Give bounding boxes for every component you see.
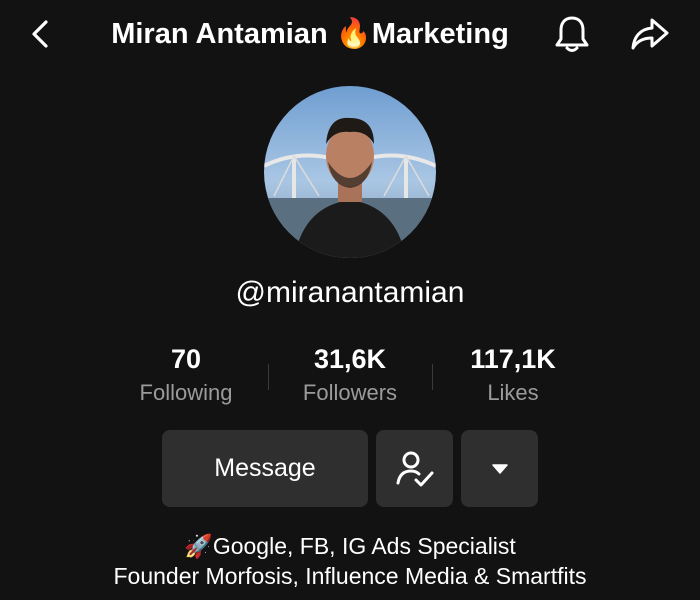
username-handle: @miranantamian	[235, 276, 465, 309]
stats-row: 70 Following 31,6K Followers 117,1K Like…	[0, 342, 700, 412]
user-check-icon	[396, 451, 433, 486]
stat-label: Likes	[487, 380, 539, 405]
stat-followers[interactable]: 31,6K Followers	[275, 342, 425, 410]
message-button[interactable]: Message	[162, 430, 368, 507]
share-button[interactable]	[628, 12, 672, 56]
stat-divider	[268, 364, 269, 390]
top-bar: Miran Antamian 🔥Marketing	[0, 0, 700, 70]
stat-likes[interactable]: 117,1K Likes	[438, 342, 588, 410]
following-status-button[interactable]	[376, 430, 453, 507]
bio-line-2: Founder Morfosis, Influence Media & Smar…	[113, 563, 587, 589]
stat-value: 117,1K	[470, 344, 556, 374]
notification-button[interactable]	[552, 12, 592, 56]
caret-down-icon	[491, 463, 508, 474]
bio-line-1: 🚀Google, FB, IG Ads Specialist	[184, 533, 516, 559]
share-arrow-icon	[631, 18, 669, 50]
stat-following[interactable]: 70 Following	[111, 342, 261, 410]
chevron-left-icon	[32, 20, 48, 48]
more-options-button[interactable]	[461, 430, 538, 507]
avatar[interactable]	[264, 86, 436, 258]
page-title: Miran Antamian 🔥Marketing	[111, 18, 509, 50]
stat-divider	[432, 364, 433, 390]
message-button-label: Message	[214, 454, 316, 482]
stat-value: 70	[170, 344, 202, 374]
stat-value: 31,6K	[313, 344, 387, 374]
bell-icon	[555, 16, 589, 52]
profile-photo	[264, 86, 436, 258]
back-button[interactable]	[22, 14, 58, 54]
stat-label: Followers	[302, 380, 398, 405]
stat-label: Following	[139, 380, 233, 405]
